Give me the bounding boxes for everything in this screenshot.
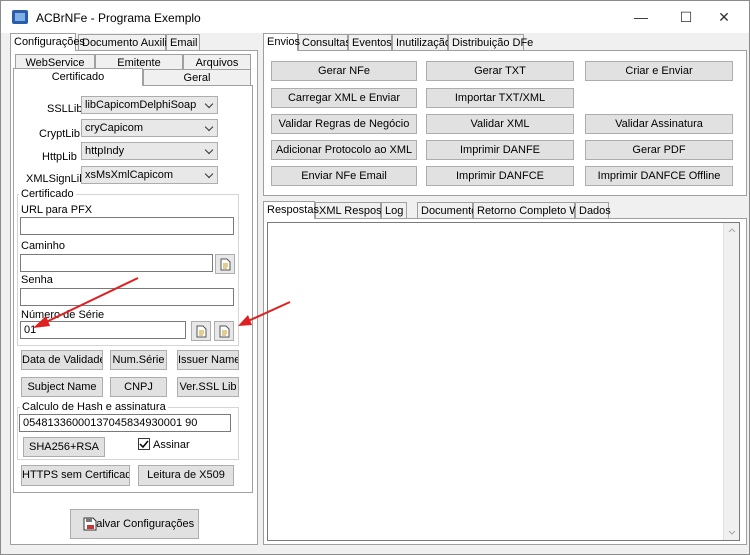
document-icon: [220, 258, 231, 271]
salvar-configuracoes-label: Salvar Configurações: [88, 518, 195, 530]
save-icon: [83, 517, 97, 531]
main-window: ACBrNFe - Programa Exemplo — ☐ ✕ Configu…: [0, 0, 750, 555]
window-title: ACBrNFe - Programa Exemplo: [36, 11, 201, 25]
respostas-memo[interactable]: [267, 222, 740, 541]
data-validade-button[interactable]: Data de Validade: [21, 350, 103, 370]
httplib-value: httpIndy: [85, 145, 125, 157]
close-icon[interactable]: ✕: [709, 7, 739, 27]
numero-serie-input[interactable]: 01: [20, 321, 186, 339]
browse-caminho-button[interactable]: [215, 254, 235, 274]
adicionar-protocolo-button[interactable]: Adicionar Protocolo ao XML: [271, 140, 417, 160]
cryptlib-select[interactable]: cryCapicom: [81, 119, 218, 137]
select-certificate-button[interactable]: [214, 321, 234, 341]
https-sem-certificado-button[interactable]: HTTPS sem Certificado: [21, 465, 130, 486]
scroll-up-icon: [728, 228, 736, 233]
criar-enviar-button[interactable]: Criar e Enviar: [585, 61, 733, 81]
enviar-nfe-email-button[interactable]: Enviar NFe Email: [271, 166, 417, 186]
caminho-label: Caminho: [21, 240, 66, 252]
xmlsignlib-select[interactable]: xsMsXmlCapicom: [81, 166, 218, 184]
subject-name-button[interactable]: Subject Name: [21, 377, 103, 397]
assinar-label: Assinar: [153, 439, 190, 451]
hash-input[interactable]: 05481336000137045834930001 90: [19, 414, 231, 432]
validar-xml-button[interactable]: Validar XML: [426, 114, 574, 134]
assinar-checkbox[interactable]: [138, 438, 150, 450]
carregar-xml-enviar-button[interactable]: Carregar XML e Enviar: [271, 88, 417, 108]
url-pfx-input[interactable]: [20, 217, 234, 235]
validar-assinatura-button[interactable]: Validar Assinatura: [585, 114, 733, 134]
issuer-name-button[interactable]: Issuer Name: [177, 350, 239, 370]
imprimir-danfe-button[interactable]: Imprimir DANFE: [426, 140, 574, 160]
importar-txt-xml-button[interactable]: Importar TXT/XML: [426, 88, 574, 108]
chevron-down-icon: [204, 122, 214, 132]
senha-label: Senha: [21, 274, 53, 286]
certificado-group-caption: Certificado: [19, 188, 76, 200]
url-pfx-label: URL para PFX: [21, 204, 93, 216]
chevron-down-icon: [204, 99, 214, 109]
chevron-down-icon: [204, 169, 214, 179]
maximize-icon[interactable]: ☐: [671, 7, 701, 27]
checkmark-icon: [139, 440, 149, 449]
xmlsignlib-value: xsMsXmlCapicom: [85, 169, 174, 181]
httplib-label: HttpLib: [42, 151, 77, 163]
scroll-down-icon: [728, 530, 736, 535]
gerar-txt-button[interactable]: Gerar TXT: [426, 61, 574, 81]
lookup-serie-button[interactable]: [191, 321, 211, 341]
imprimir-danfce-offline-button[interactable]: Imprimir DANFCE Offline: [585, 166, 733, 186]
httplib-select[interactable]: httpIndy: [81, 142, 218, 160]
leitura-x509-button[interactable]: Leitura de X509: [138, 465, 234, 486]
num-serie-button[interactable]: Num.Série: [110, 350, 167, 370]
document-icon: [196, 325, 207, 338]
tab-envios[interactable]: Envios: [263, 33, 300, 51]
tab-certificado[interactable]: Certificado: [13, 68, 143, 86]
sha256-rsa-button[interactable]: SHA256+RSA: [23, 437, 105, 457]
ssllib-label: SSLLib: [47, 103, 83, 115]
minimize-icon[interactable]: —: [626, 7, 656, 27]
caminho-input[interactable]: [20, 254, 213, 272]
document-icon: [219, 325, 230, 338]
tab-respostas[interactable]: Respostas: [263, 201, 319, 219]
cryptlib-value: cryCapicom: [85, 122, 144, 134]
imprimir-danfce-button[interactable]: Imprimir DANFCE: [426, 166, 574, 186]
validar-regras-button[interactable]: Validar Regras de Negócio: [271, 114, 417, 134]
gerar-pdf-button[interactable]: Gerar PDF: [585, 140, 733, 160]
ssllib-select[interactable]: libCapicomDelphiSoap: [81, 96, 218, 114]
salvar-configuracoes-button[interactable]: Salvar Configurações: [70, 509, 199, 539]
cnpj-button[interactable]: CNPJ: [110, 377, 167, 397]
gerar-nfe-button[interactable]: Gerar NFe: [271, 61, 417, 81]
ssllib-value: libCapicomDelphiSoap: [85, 99, 197, 111]
ver-ssl-lib-button[interactable]: Ver.SSL Lib: [177, 377, 239, 397]
app-icon: [12, 10, 28, 24]
vertical-scrollbar[interactable]: [723, 223, 739, 540]
senha-input[interactable]: [20, 288, 234, 306]
title-bar: ACBrNFe - Programa Exemplo — ☐ ✕: [1, 1, 749, 33]
numero-serie-label: Número de Série: [21, 309, 105, 321]
chevron-down-icon: [204, 145, 214, 155]
tab-configuracoes[interactable]: Configurações: [10, 33, 85, 51]
xmlsignlib-label: XMLSignLib: [26, 173, 86, 185]
hash-group-caption: Calculo de Hash e assinatura: [20, 401, 168, 413]
cryptlib-label: CryptLib: [39, 128, 80, 140]
